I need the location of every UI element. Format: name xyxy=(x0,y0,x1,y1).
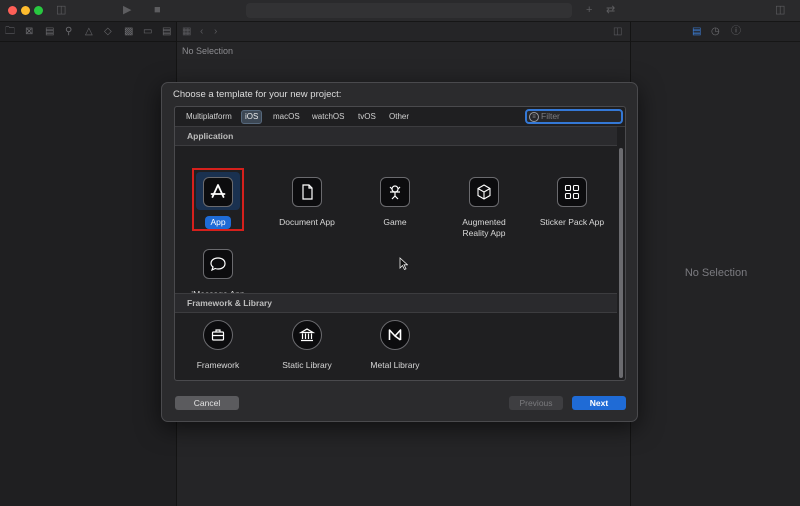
grid-icon[interactable]: ▦ xyxy=(182,26,191,37)
template-scrollbar[interactable] xyxy=(618,147,624,380)
template-document-app[interactable]: Document App xyxy=(264,177,350,228)
template-imessage-app[interactable]: iMessage App xyxy=(175,249,261,300)
template-label: Document App xyxy=(279,217,335,227)
stop-icon[interactable]: ■ xyxy=(154,4,161,17)
cancel-button[interactable]: Cancel xyxy=(175,396,239,410)
window-titlebar: ◫ ▶ ■ + ⇄ ◫ xyxy=(0,0,800,22)
minimize-window-button[interactable] xyxy=(21,6,30,15)
document-icon xyxy=(292,177,322,207)
jump-bar: ▦ ‹ › ◫ xyxy=(177,22,630,42)
tab-tvos[interactable]: tvOS xyxy=(355,110,379,124)
zoom-window-button[interactable] xyxy=(34,6,43,15)
debug-icon[interactable]: ▩ xyxy=(124,26,133,37)
template-label: Framework xyxy=(196,360,240,370)
section-header-framework-library: Framework & Library xyxy=(175,294,617,312)
tab-other[interactable]: Other xyxy=(386,110,412,124)
close-window-button[interactable] xyxy=(8,6,17,15)
editor-no-selection: No Selection xyxy=(182,46,234,56)
folder-icon[interactable]: 🗀 xyxy=(5,26,15,37)
help-icon[interactable]: ⓘ xyxy=(731,26,741,37)
sheet-title: Choose a template for your new project: xyxy=(173,89,342,100)
issue-icon[interactable]: △ xyxy=(85,26,93,37)
new-project-sheet: Choose a template for your new project: … xyxy=(161,82,638,422)
template-framework[interactable]: Framework xyxy=(175,320,261,371)
previous-button[interactable]: Previous xyxy=(509,396,563,410)
forward-icon[interactable]: › xyxy=(214,26,217,37)
add-icon[interactable]: + xyxy=(586,4,592,17)
template-panel: Multiplatform iOS macOS watchOS tvOS Oth… xyxy=(174,106,626,381)
filter-placeholder: Filter xyxy=(541,111,560,121)
template-label: Static Library xyxy=(282,360,332,370)
template-game[interactable]: Game xyxy=(352,177,438,228)
editor-options-icon[interactable]: ◫ xyxy=(613,26,622,37)
find-icon[interactable]: ⚲ xyxy=(65,26,72,37)
template-metal-library[interactable]: Metal Library xyxy=(352,320,438,371)
inspector-toggle-icon[interactable]: ◫ xyxy=(775,4,785,17)
inspector-no-selection: No Selection xyxy=(684,267,748,279)
message-bubble-icon xyxy=(203,249,233,279)
scrollbar-thumb[interactable] xyxy=(619,148,623,378)
divider xyxy=(175,312,617,313)
template-static-library[interactable]: Static Library xyxy=(264,320,350,371)
scheme-activity-bar xyxy=(246,3,572,18)
template-augmented-reality-app[interactable]: Augmented Reality App xyxy=(441,177,527,238)
split-icon[interactable]: ⇄ xyxy=(606,4,615,17)
framework-toolbox-icon xyxy=(203,320,233,350)
template-label: Augmented Reality App xyxy=(462,217,506,238)
navigator-selector-bar: 🗀 ⊠ ▤ ⚲ △ ◇ ▩ ▭ ▤ xyxy=(0,22,177,42)
tab-ios[interactable]: iOS xyxy=(241,110,263,124)
template-label: Sticker Pack App xyxy=(539,217,605,227)
back-icon[interactable]: ‹ xyxy=(200,26,203,37)
report-icon[interactable]: ▤ xyxy=(162,26,171,37)
ar-cube-icon xyxy=(469,177,499,207)
template-label: Metal Library xyxy=(370,360,420,370)
section-header-application: Application xyxy=(175,127,617,145)
template-label: Game xyxy=(383,217,407,227)
source-control-icon[interactable]: ⊠ xyxy=(25,26,33,37)
inspector-selector-bar: ▤ ◷ ⓘ xyxy=(631,22,800,42)
platform-tabs: Multiplatform iOS macOS watchOS tvOS Oth… xyxy=(175,107,625,127)
filter-field[interactable]: ≡ Filter xyxy=(525,109,623,124)
history-icon[interactable]: ◷ xyxy=(711,26,720,37)
library-building-icon xyxy=(292,320,322,350)
symbol-icon[interactable]: ▤ xyxy=(45,26,54,37)
file-inspector-icon[interactable]: ▤ xyxy=(692,26,701,37)
tab-watchos[interactable]: watchOS xyxy=(309,110,347,124)
game-sprite-icon xyxy=(380,177,410,207)
next-button[interactable]: Next xyxy=(572,396,626,410)
filter-icon: ≡ xyxy=(529,112,539,122)
sticker-grid-icon xyxy=(557,177,587,207)
tab-multiplatform[interactable]: Multiplatform xyxy=(183,110,235,124)
tab-macos[interactable]: macOS xyxy=(270,110,303,124)
selection-annotation-box xyxy=(192,168,244,231)
divider xyxy=(175,145,617,146)
inspector-pane: ▤ ◷ ⓘ No Selection xyxy=(630,22,800,506)
metal-icon xyxy=(380,320,410,350)
template-sticker-pack-app[interactable]: Sticker Pack App xyxy=(529,177,615,228)
test-icon[interactable]: ◇ xyxy=(104,26,112,37)
sidebar-toggle-icon[interactable]: ◫ xyxy=(56,4,66,17)
breakpoint-icon[interactable]: ▭ xyxy=(143,26,152,37)
mouse-pointer-icon xyxy=(399,257,408,270)
navigator-pane: 🗀 ⊠ ▤ ⚲ △ ◇ ▩ ▭ ▤ xyxy=(0,22,177,506)
run-icon[interactable]: ▶ xyxy=(123,4,131,17)
